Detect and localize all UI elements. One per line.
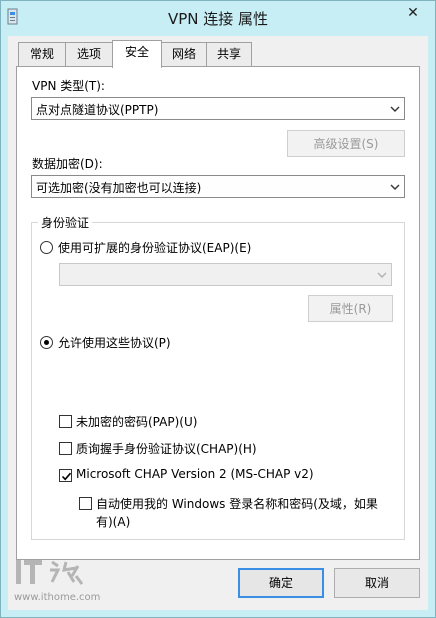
- vpn-type-select[interactable]: 点对点隧道协议(PPTP): [31, 97, 405, 120]
- chevron-down-icon: [390, 184, 400, 190]
- tab-sharing[interactable]: 共享: [206, 42, 252, 66]
- tab-networking[interactable]: 网络: [161, 42, 207, 66]
- advanced-settings-button[interactable]: 高级设置(S): [287, 130, 405, 157]
- watermark-url: www.ithome.com: [14, 592, 101, 603]
- tab-general[interactable]: 常规: [18, 42, 66, 66]
- chap-checkbox-label[interactable]: 质询握手身份验证协议(CHAP)(H): [76, 440, 257, 457]
- chevron-down-icon: [377, 272, 387, 278]
- mschapv2-checkbox[interactable]: [59, 469, 72, 482]
- mschapv2-checkbox-label[interactable]: Microsoft CHAP Version 2 (MS-CHAP v2): [76, 467, 314, 481]
- allow-protocols-radio-label[interactable]: 允许使用这些协议(P): [58, 334, 171, 351]
- encryption-label: 数据加密(D):: [32, 157, 103, 171]
- tab-security[interactable]: 安全: [112, 40, 162, 68]
- encryption-select[interactable]: 可选加密(没有加密也可以连接): [31, 175, 405, 198]
- eap-properties-button[interactable]: 属性(R): [308, 295, 393, 322]
- tab-options[interactable]: 选项: [65, 42, 113, 66]
- window-title: VPN 连接 属性: [167, 10, 269, 28]
- title-bar[interactable]: VPN 连接 属性 ✕: [0, 0, 436, 36]
- auto-login-label-line2[interactable]: 有)(A): [96, 513, 130, 530]
- eap-radio-label[interactable]: 使用可扩展的身份验证协议(EAP)(E): [58, 239, 251, 256]
- pap-checkbox[interactable]: [59, 415, 72, 428]
- auto-login-label-line1[interactable]: 自动使用我的 Windows 登录名称和密码(及域，如果: [96, 495, 378, 512]
- chap-checkbox[interactable]: [59, 442, 72, 455]
- close-button[interactable]: ✕: [396, 2, 430, 24]
- vpn-type-value: 点对点隧道协议(PPTP): [36, 103, 159, 117]
- eap-method-select[interactable]: [59, 263, 392, 286]
- ithome-logo: [12, 556, 102, 590]
- close-icon: ✕: [407, 5, 419, 21]
- chevron-down-icon: [390, 106, 400, 112]
- security-tab-panel: VPN 类型(T): 点对点隧道协议(PPTP) 高级设置(S) 数据加密(D)…: [16, 66, 420, 560]
- eap-radio[interactable]: [40, 241, 53, 254]
- allow-protocols-radio[interactable]: [40, 336, 53, 349]
- authentication-group-label: 身份验证: [38, 214, 93, 231]
- encryption-value: 可选加密(没有加密也可以连接): [36, 181, 202, 195]
- vpn-type-label: VPN 类型(T):: [32, 79, 105, 93]
- checkmark-icon: [61, 472, 72, 481]
- cancel-button[interactable]: 取消: [334, 568, 420, 598]
- pap-checkbox-label[interactable]: 未加密的密码(PAP)(U): [76, 413, 197, 430]
- ok-button[interactable]: 确定: [238, 568, 324, 598]
- auto-login-checkbox[interactable]: [79, 497, 92, 510]
